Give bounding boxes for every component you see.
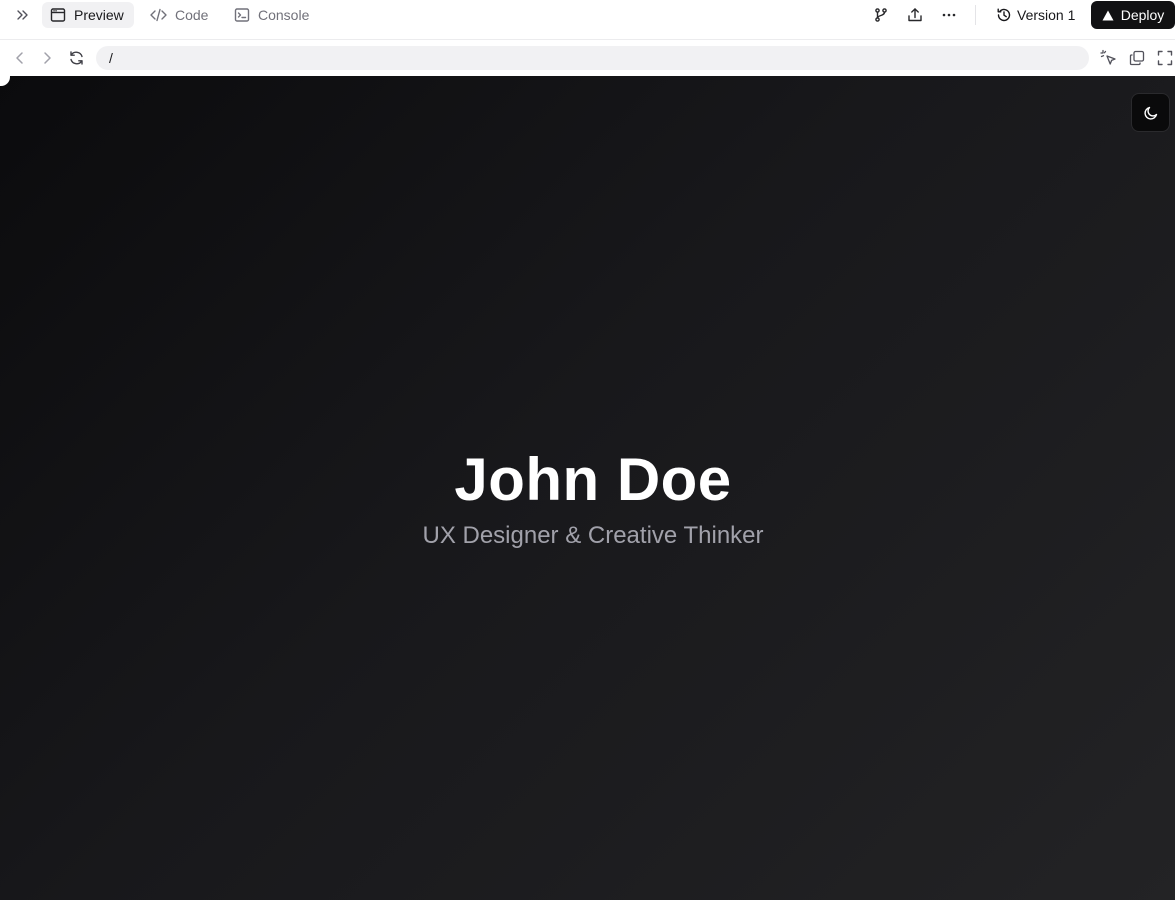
more-options-button[interactable] (937, 3, 961, 27)
copy-window-icon (1129, 50, 1145, 66)
history-icon (997, 8, 1011, 22)
hero-name: John Doe (454, 446, 732, 513)
forward-button[interactable] (37, 48, 57, 68)
tab-preview[interactable]: Preview (42, 2, 134, 28)
moon-icon (1143, 106, 1157, 120)
code-brackets-icon (150, 8, 167, 22)
fullscreen-button[interactable] (1155, 48, 1175, 68)
refresh-button[interactable] (66, 48, 86, 68)
back-button[interactable] (10, 48, 30, 68)
preview-pane: John Doe UX Designer & Creative Thinker (0, 76, 1175, 900)
tab-code[interactable]: Code (142, 2, 216, 28)
tab-label: Code (175, 7, 209, 23)
theme-toggle-button[interactable] (1131, 93, 1170, 132)
chevrons-right-icon (17, 10, 28, 20)
tab-label: Preview (74, 7, 124, 23)
top-toolbar: Preview Code Console Version 1 Deploy (0, 0, 1175, 40)
chevron-right-icon (44, 52, 51, 64)
address-bar (0, 40, 1175, 76)
share-button[interactable] (903, 3, 927, 27)
browser-window-icon (50, 8, 66, 22)
refresh-icon (69, 51, 83, 65)
element-selector-button[interactable] (1099, 48, 1119, 68)
deploy-label: Deploy (1120, 7, 1165, 23)
toolbar-divider (975, 5, 976, 25)
branch-button[interactable] (869, 3, 893, 27)
deploy-button[interactable]: Deploy (1091, 1, 1175, 29)
expand-sidebar-button[interactable] (10, 5, 34, 25)
more-horizontal-icon (942, 13, 956, 17)
share-upload-icon (908, 8, 922, 22)
version-label: Version 1 (1017, 7, 1076, 23)
url-input[interactable] (96, 46, 1089, 70)
fullscreen-icon (1157, 50, 1173, 66)
tab-console[interactable]: Console (226, 2, 317, 28)
git-branch-icon (875, 8, 887, 22)
triangle-icon (1102, 10, 1114, 20)
terminal-icon (234, 8, 250, 22)
chevron-left-icon (16, 52, 23, 64)
corner-handle (0, 76, 10, 86)
hero-section: John Doe UX Designer & Creative Thinker (0, 440, 1175, 556)
hero-tagline: UX Designer & Creative Thinker (422, 522, 764, 549)
tab-label: Console (258, 7, 310, 23)
version-history-button[interactable]: Version 1 (990, 2, 1081, 28)
open-new-window-button[interactable] (1127, 48, 1147, 68)
cursor-select-icon (1100, 49, 1116, 65)
